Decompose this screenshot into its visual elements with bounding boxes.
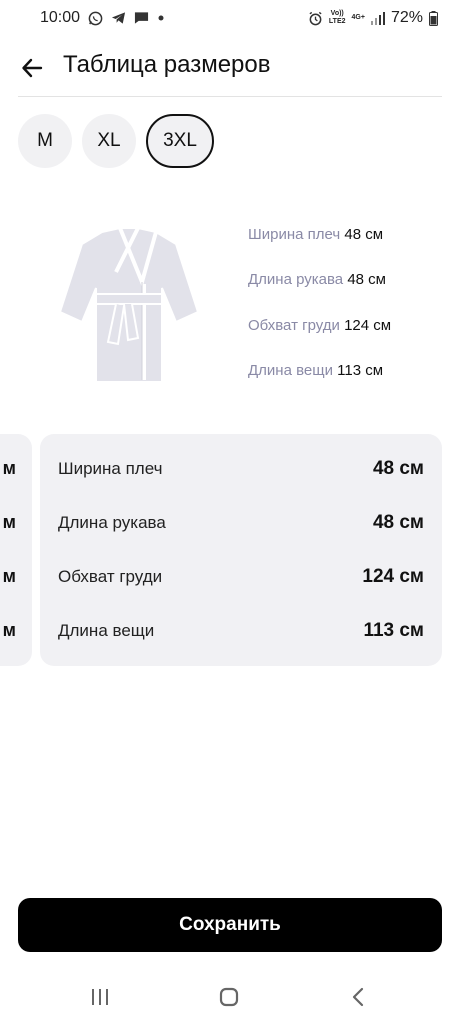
size-chip-xl[interactable]: XL: [82, 114, 136, 168]
card-value: 48 см: [372, 458, 424, 479]
card-value: м: [2, 458, 16, 478]
battery-percent: 72%: [390, 9, 423, 26]
measure-label: Длина вещи: [248, 361, 333, 379]
size-chip-m[interactable]: M: [18, 114, 72, 168]
signal-icon: [370, 11, 385, 25]
status-left: 10:00: [40, 9, 165, 27]
size-chip-3xl[interactable]: 3XL: [146, 114, 214, 168]
page-title: Таблица размеров: [63, 51, 271, 78]
measure-chest: Обхват груди 124 см: [248, 317, 448, 362]
status-time: 10:00: [40, 9, 81, 26]
recents-button[interactable]: [88, 986, 112, 1008]
signal-type: 4G+: [351, 14, 365, 21]
card-label: Длина рукава: [58, 513, 166, 532]
whatsapp-icon: [88, 11, 103, 26]
dot-icon: [157, 14, 165, 22]
card-value: м: [2, 512, 16, 532]
telegram-icon: [111, 11, 126, 25]
measures-list: Ширина плеч 48 см Длина рукава 48 см Обх…: [248, 226, 448, 407]
back-nav-button[interactable]: [346, 986, 370, 1008]
system-nav-bar: [0, 980, 460, 1016]
card-value: 48 см: [372, 512, 424, 533]
card-row-chest: Обхват груди 124 см: [58, 564, 424, 590]
home-button[interactable]: [217, 986, 241, 1008]
card-value: 124 см: [362, 566, 424, 587]
measure-length: Длина вещи 113 см: [248, 362, 448, 407]
arrow-left-icon: [22, 58, 43, 78]
save-button[interactable]: Сохранить: [18, 898, 442, 952]
card-label: Ширина плеч: [58, 459, 163, 478]
measure-value: 113 см: [337, 361, 384, 379]
measure-shoulder: Ширина плеч 48 см: [248, 226, 448, 271]
message-icon: [134, 11, 149, 25]
measure-label: Длина рукава: [248, 271, 344, 289]
size-card-current[interactable]: Ширина плеч 48 см Длина рукава 48 см Обх…: [40, 434, 442, 666]
card-value: м: [2, 620, 16, 640]
bathrobe-icon: [58, 227, 200, 383]
header-divider: [18, 96, 442, 97]
size-selector: M XL 3XL: [18, 114, 214, 168]
card-row-sleeve: Длина рукава 48 см: [58, 510, 424, 536]
battery-icon: [429, 10, 438, 26]
size-chip-label: 3XL: [163, 130, 197, 151]
card-value: м: [2, 566, 16, 586]
size-chip-label: XL: [97, 130, 121, 151]
size-card-previous[interactable]: м м м м: [0, 434, 32, 666]
measure-value: 124 см: [344, 316, 392, 334]
size-chip-label: M: [37, 130, 53, 151]
header: Таблица размеров: [0, 40, 460, 96]
recents-icon: [92, 989, 108, 1005]
card-value: 113 см: [363, 620, 424, 641]
back-button[interactable]: [18, 54, 46, 82]
measure-sleeve: Длина рукава 48 см: [248, 271, 448, 316]
card-label: Обхват груди: [58, 567, 163, 586]
alarm-icon: [308, 11, 323, 26]
status-bar: 10:00 Vo)) LTE2 4G+ 72%: [0, 0, 460, 36]
home-icon: [219, 987, 239, 1007]
status-right: Vo)) LTE2 4G+ 72%: [308, 9, 438, 27]
measure-value: 48 см: [347, 271, 386, 289]
card-label: Длина вещи: [58, 621, 155, 640]
network-indicator: Vo)) LTE2: [328, 10, 346, 25]
measure-value: 48 см: [344, 226, 384, 243]
measure-label: Ширина плеч: [248, 226, 341, 243]
card-row-shoulder: Ширина плеч 48 см: [58, 456, 424, 482]
card-row-length: Длина вещи 113 см: [58, 618, 424, 644]
measure-label: Обхват груди: [248, 316, 340, 334]
back-icon: [352, 987, 364, 1007]
